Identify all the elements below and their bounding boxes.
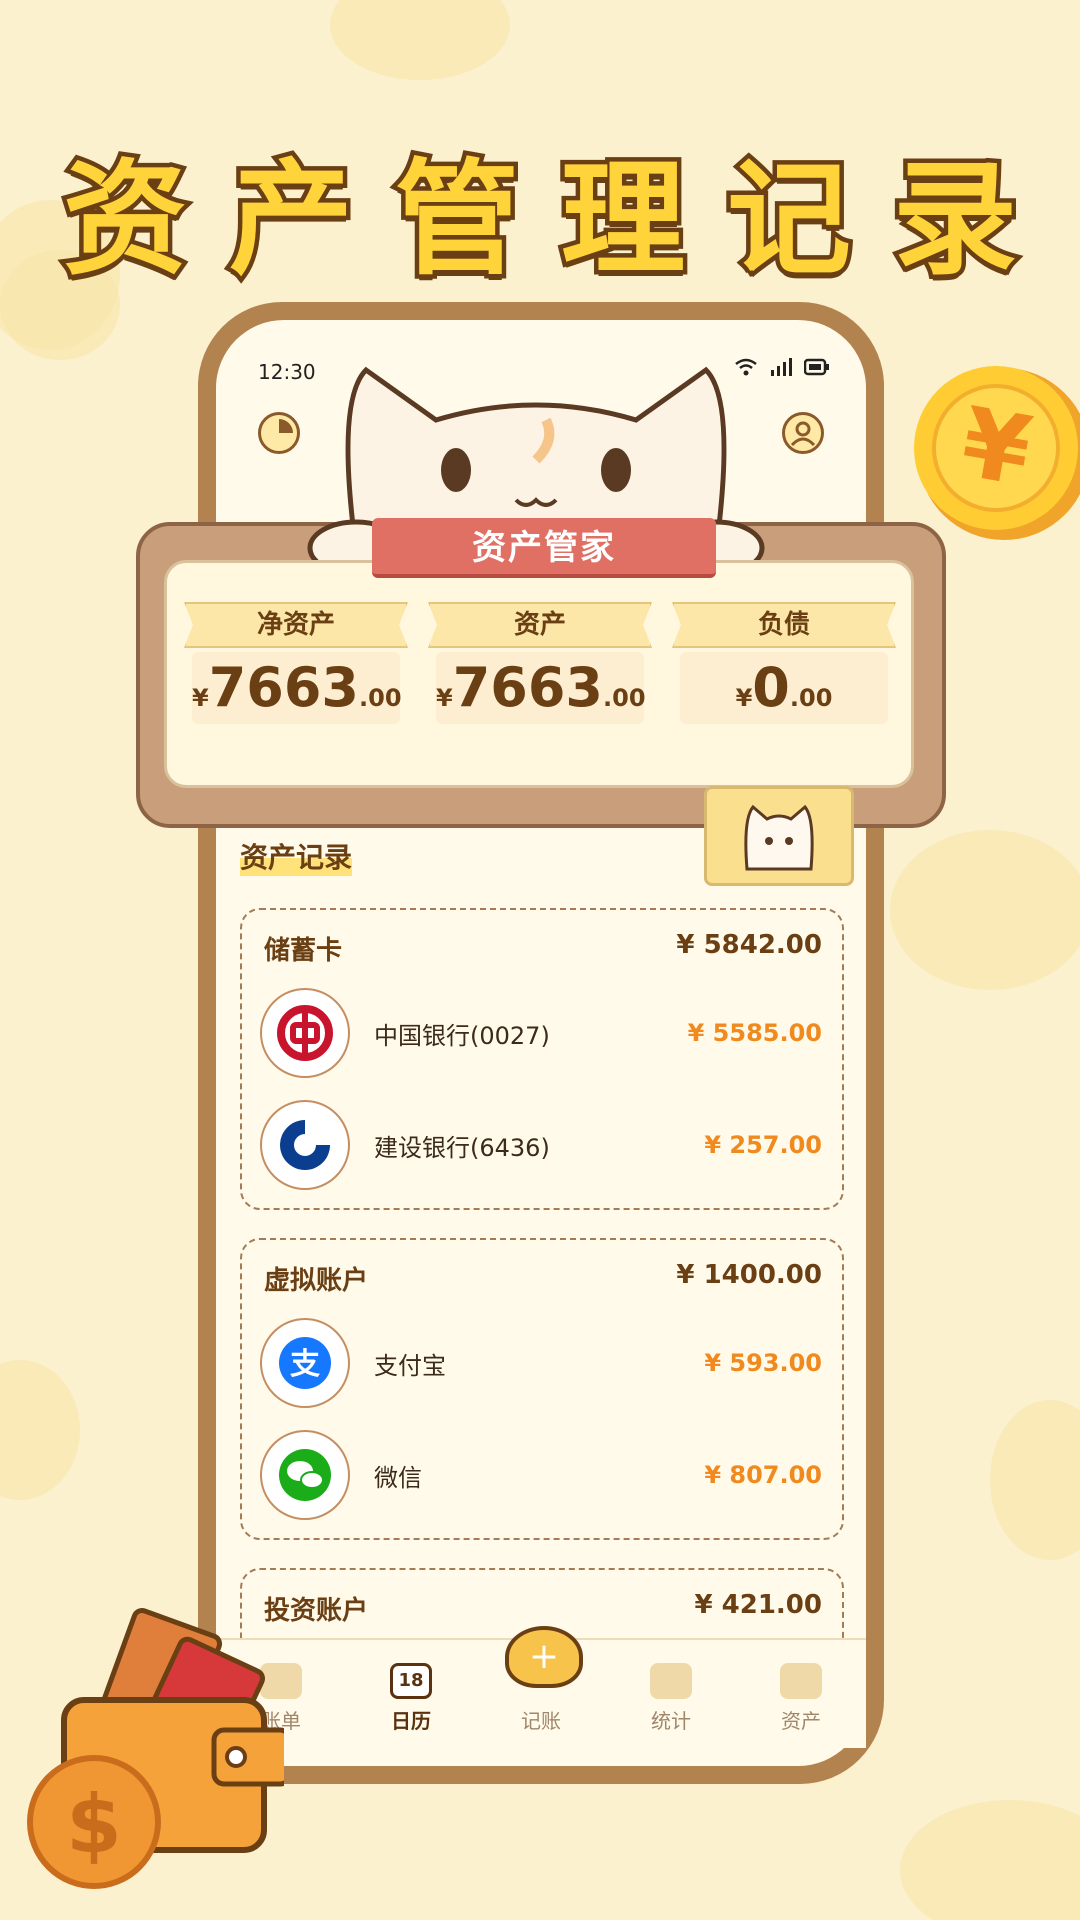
group-name: 虚拟账户 (264, 1266, 369, 1296)
svg-text:支: 支 (290, 1347, 320, 1382)
stat-label: 负债 (672, 602, 896, 648)
profile-icon[interactable] (782, 412, 824, 454)
stat-integer: 7663 (452, 656, 603, 719)
stat-label: 资产 (428, 602, 652, 648)
group-header: 投资账户 ¥ 421.00 (242, 1570, 842, 1627)
account-row-alipay[interactable]: 支 支付宝 ¥ 593.00 (242, 1307, 842, 1419)
currency-symbol: ¥ (436, 684, 453, 712)
background-blob (990, 1400, 1080, 1560)
stat-value: ¥7663.00 (192, 652, 402, 724)
stat-decimal: .00 (603, 684, 646, 712)
group-header: 储蓄卡 ¥ 5842.00 (242, 910, 842, 967)
net-assets-card: 净资产 ¥7663.00 (184, 602, 408, 728)
alipay-icon: 支 (260, 1318, 350, 1408)
liabilities-card: 负债 ¥0.00 (672, 602, 896, 728)
account-name: 微信 (374, 1463, 422, 1492)
ccb-icon (260, 1100, 350, 1190)
background-blob (330, 0, 510, 80)
tab-calendar[interactable]: 18 日历 (356, 1663, 466, 1734)
virtual-account-group[interactable]: 虚拟账户 ¥ 1400.00 支 支付宝 ¥ 593.00 微信 ¥ 807.0… (240, 1238, 844, 1540)
account-row-wechat[interactable]: 微信 ¥ 807.00 (242, 1419, 842, 1531)
wechat-icon (260, 1430, 350, 1520)
currency-symbol: ¥ (192, 684, 209, 712)
pie-chart-glyph (279, 419, 293, 433)
tab-statistics[interactable]: 统计 (616, 1663, 726, 1734)
tab-label: 资产 (781, 1709, 821, 1733)
stat-integer: 0 (752, 656, 790, 719)
calendar-icon: 18 (390, 1663, 432, 1699)
tab-label: 统计 (651, 1709, 691, 1733)
account-name: 支付宝 (374, 1351, 446, 1380)
group-header: 虚拟账户 ¥ 1400.00 (242, 1240, 842, 1297)
account-row-ccb[interactable]: 建设银行(6436) ¥ 257.00 (242, 1089, 842, 1201)
account-row-boc[interactable]: 中国银行(0027) ¥ 5585.00 (242, 977, 842, 1089)
bank-of-china-icon (260, 988, 350, 1078)
small-cat-glyph (744, 804, 814, 871)
records-title: 资产记录 (240, 836, 353, 876)
stat-value: ¥0.00 (680, 652, 888, 724)
headline-title: 资产管理记录 (58, 144, 1059, 297)
stat-decimal: .00 (789, 684, 833, 712)
cat-note-icon (704, 786, 854, 886)
cat-add-icon[interactable]: + (505, 1626, 583, 1688)
account-name: 中国银行(0027) (374, 1021, 550, 1050)
account-amount: ¥ 807.00 (704, 1461, 822, 1489)
account-amount: ¥ 257.00 (704, 1131, 822, 1159)
group-total: ¥ 421.00 (694, 1590, 822, 1620)
board-ribbon-title: 资产管家 (372, 518, 716, 578)
account-amount: ¥ 5585.00 (687, 1019, 822, 1047)
wallet-coin-icon: $ (27, 1607, 284, 1889)
group-total: ¥ 5842.00 (676, 930, 822, 960)
tab-label: 日历 (391, 1709, 431, 1733)
savings-card-group[interactable]: 储蓄卡 ¥ 5842.00 中国银行(0027) ¥ 5585.00 建设银行(… (240, 908, 844, 1210)
tab-assets[interactable]: 资产 (746, 1663, 856, 1734)
background-blob (890, 830, 1080, 990)
profile-glyph (790, 421, 816, 447)
wallet-icon (780, 1663, 822, 1699)
coins-icon (650, 1663, 692, 1699)
pie-chart-icon[interactable] (258, 412, 300, 454)
battery-icon (804, 358, 829, 376)
stat-label: 净资产 (184, 602, 408, 648)
background-blob (900, 1800, 1080, 1920)
tab-label: 记账 (521, 1709, 561, 1733)
currency-symbol: ¥ (735, 684, 753, 712)
group-name: 储蓄卡 (264, 936, 343, 966)
yen-coin-icon: ¥ (914, 366, 1080, 540)
stat-decimal: .00 (359, 684, 402, 712)
svg-text:$: $ (66, 1778, 122, 1871)
stat-value: ¥7663.00 (436, 652, 646, 724)
stat-integer: 7663 (208, 656, 359, 719)
group-total: ¥ 1400.00 (676, 1260, 822, 1290)
assets-card: 资产 ¥7663.00 (428, 602, 652, 728)
account-amount: ¥ 593.00 (704, 1349, 822, 1377)
background-blob (0, 1360, 80, 1500)
account-name: 建设银行(6436) (374, 1133, 550, 1162)
